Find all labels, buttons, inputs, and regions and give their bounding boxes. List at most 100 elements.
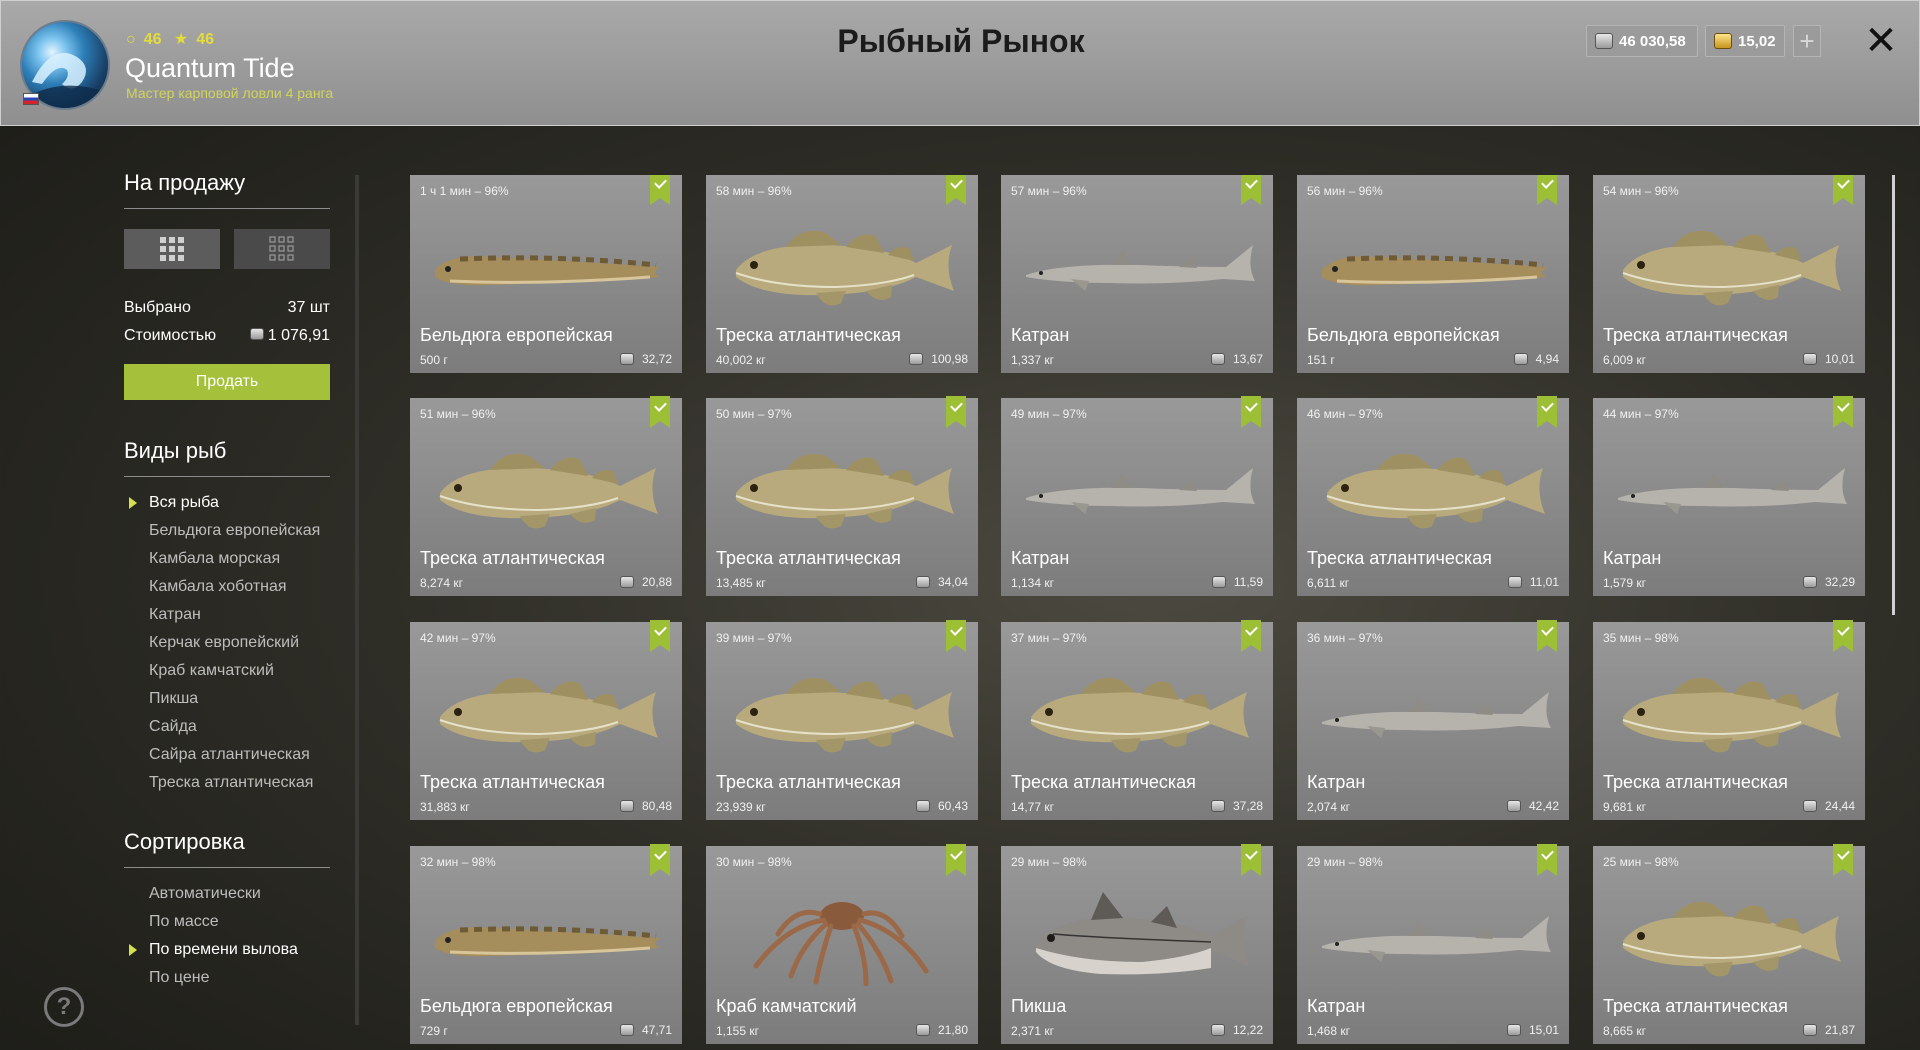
fish-type-item[interactable]: Катран [124,601,330,629]
fish-card[interactable]: 56 мин – 96% Бельдюга европейская 151 г … [1297,175,1569,373]
fish-name: Треска атлантическая [1603,325,1788,345]
fish-card[interactable]: 42 мин – 97% Треска атлантическая 31,883… [410,620,682,820]
fish-price-value: 34,04 [937,575,968,589]
selected-check-icon[interactable] [1833,620,1853,652]
fish-price: 11,01 [1507,575,1559,589]
selected-check-icon[interactable] [1833,175,1853,205]
fish-card[interactable]: 29 мин – 98% Пикша 2,371 кг 12,22 [1001,844,1273,1044]
selected-check-icon[interactable] [946,175,966,205]
fish-card[interactable]: 36 мин – 97% Катран 2,074 кг 42,42 [1297,620,1569,820]
fish-card[interactable]: 29 мин – 98% Катран 1,468 кг 15,01 [1297,844,1569,1044]
silver-coin-icon [1507,576,1522,588]
selected-check-icon[interactable] [1241,175,1261,205]
sort-option[interactable]: По времени вылова [124,936,330,964]
selected-check-icon[interactable] [1241,396,1261,428]
fish-price-value: 12,22 [1232,1023,1263,1037]
selected-check-icon[interactable] [650,396,670,428]
fish-price-value: 20,88 [641,575,672,589]
fish-card[interactable]: 57 мин – 96% Катран 1,337 кг 13,67 [1001,175,1273,373]
sort-option[interactable]: Автоматически [124,880,330,908]
fish-weight: 500 г [420,353,448,367]
help-button[interactable]: ? [44,987,84,1027]
small-grid-view-button[interactable] [234,229,330,269]
fish-weight: 1,134 кг [1011,576,1054,590]
fish-price: 24,44 [1802,799,1855,813]
fish-card[interactable]: 35 мин – 98% Треска атлантическая 9,681 … [1593,620,1865,820]
selected-check-icon[interactable] [946,620,966,652]
fish-card[interactable]: 30 мин – 98% Краб камчатский 1,155 кг 21… [706,844,978,1044]
fish-price: 10,01 [1802,352,1855,366]
selected-check-icon[interactable] [1537,396,1557,428]
fish-type-item[interactable]: Сайра атлантическая [124,741,330,769]
fish-card[interactable]: 49 мин – 97% Катран 1,134 кг 11,59 [1001,396,1273,596]
fish-price-value: 37,28 [1232,799,1263,813]
player-name: Quantum Tide [125,53,295,83]
fish-type-item[interactable]: Сайда [124,713,330,741]
fish-type-item[interactable]: Керчак европейский [124,629,330,657]
fish-type-item[interactable]: Краб камчатский [124,657,330,685]
fish-price-value: 21,87 [1824,1023,1855,1037]
fish-card[interactable]: 32 мин – 98% Бельдюга европейская 729 г … [410,844,682,1044]
fish-name: Треска атлантическая [716,772,901,792]
selected-check-icon[interactable] [650,620,670,652]
fish-price-value: 11,59 [1233,575,1263,589]
fish-card[interactable]: 39 мин – 97% Треска атлантическая 23,939… [706,620,978,820]
fish-name: Катран [1603,548,1662,568]
selected-check-icon[interactable] [1833,396,1853,428]
fish-type-item[interactable]: Камбала морская [124,545,330,573]
fish-card[interactable]: 58 мин – 96% Треска атлантическая 40,002… [706,175,978,373]
large-grid-view-button[interactable] [124,229,220,269]
fish-card[interactable]: 54 мин – 96% Треска атлантическая 6,009 … [1593,175,1865,373]
silver-coin-icon [915,576,930,588]
fish-card[interactable]: 37 мин – 97% Треска атлантическая 14,77 … [1001,620,1273,820]
fish-type-item[interactable]: Вся рыба [124,489,330,517]
fish-card[interactable]: 51 мин – 96% Треска атлантическая 8,274 … [410,396,682,596]
level-icon: ○ [126,31,136,48]
selected-check-icon[interactable] [946,844,966,876]
fish-type-item[interactable]: Треска атлантическая [124,769,330,797]
selected-check-icon[interactable] [650,175,670,205]
cod-image [735,677,954,753]
silver-amount: 46 030,58 [1619,32,1686,50]
selected-check-icon[interactable] [1537,844,1557,876]
silver-coin-icon [915,1024,930,1036]
close-button[interactable]: ✕ [1863,19,1899,63]
fish-name: Бельдюга европейская [1307,325,1500,345]
fish-card[interactable]: 25 мин – 98% Треска атлантическая 8,665 … [1593,844,1865,1044]
fish-weight: 23,939 кг [716,800,766,814]
sell-button[interactable]: Продать [124,364,330,400]
player-title: Мастер карповой ловли 4 ранга [126,85,334,101]
catch-time: 30 мин – 98% [716,855,792,869]
fish-card[interactable]: 1 ч 1 мин – 96% Бельдюга европейская 500… [410,175,682,373]
eelpout-image [435,926,660,957]
selected-check-icon[interactable] [1241,620,1261,652]
fish-type-item[interactable]: Бельдюга европейская [124,517,330,545]
fish-type-item[interactable]: Камбала хоботная [124,573,330,601]
fish-weight: 31,883 кг [420,800,470,814]
selected-check-icon[interactable] [650,844,670,876]
cod-image [1622,901,1841,977]
fish-type-item[interactable]: Пикша [124,685,330,713]
catch-time: 39 мин – 97% [716,631,792,645]
fish-card[interactable]: 50 мин – 97% Треска атлантическая 13,485… [706,396,978,596]
sort-option[interactable]: По массе [124,908,330,936]
selected-check-icon[interactable] [946,396,966,428]
add-currency-button[interactable]: + [1793,25,1821,57]
selected-check-icon[interactable] [1537,620,1557,652]
selected-check-icon[interactable] [1241,844,1261,876]
fish-card[interactable]: 46 мин – 97% Треска атлантическая 6,611 … [1297,396,1569,596]
sidebar: На продажу Выбрано 37 шт Стоимостью 1 07… [124,170,330,992]
fish-card[interactable]: 44 мин – 97% Катран 1,579 кг 32,29 [1593,396,1865,596]
dogfish-shark-image [1322,692,1551,738]
fish-types-list: Вся рыба Бельдюга европейская Камбала морс… [124,489,330,797]
view-toggles [124,229,330,269]
dogfish-shark-image [1026,468,1255,514]
fish-price-value: 15,01 [1528,1023,1559,1037]
scrollbar[interactable] [1892,175,1895,615]
sort-option[interactable]: По цене [124,964,330,992]
player-level: 46 [143,31,162,48]
selected-check-icon[interactable] [1833,844,1853,876]
fish-name: Катран [1011,548,1070,568]
fish-weight: 8,665 кг [1603,1024,1646,1038]
selected-check-icon[interactable] [1537,175,1557,205]
